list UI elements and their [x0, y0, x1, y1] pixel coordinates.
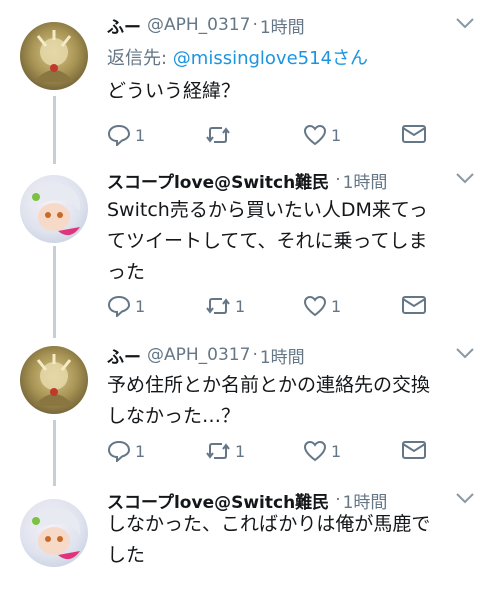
retweet-icon: [205, 295, 231, 317]
tweet-text-line: した: [107, 544, 146, 566]
reply-button[interactable]: 1: [107, 440, 145, 462]
retweet-button[interactable]: 1: [205, 440, 245, 462]
envelope-icon: [401, 295, 427, 315]
reply-icon: [107, 124, 131, 146]
reply-to-suffix[interactable]: さん: [332, 48, 368, 69]
reply-count: 1: [135, 296, 146, 316]
user-handle[interactable]: @APH_0317: [147, 15, 250, 35]
retweet-icon: [205, 124, 231, 146]
heart-icon: [303, 124, 327, 146]
retweet-button[interactable]: [205, 124, 235, 146]
display-name[interactable]: スコープlove@Switch難民: [107, 168, 329, 193]
avatar[interactable]: [20, 346, 88, 414]
display-name[interactable]: ふー: [107, 343, 141, 368]
chevron-down-icon[interactable]: [455, 489, 475, 508]
separator-dot: ·: [335, 170, 341, 190]
like-button[interactable]: 1: [303, 124, 341, 146]
avatar[interactable]: [20, 22, 88, 90]
envelope-icon: [401, 440, 427, 460]
tweet-text-line: しなかった、こればかりは俺が馬鹿で: [107, 513, 431, 535]
reply-to-prefix: 返信先:: [107, 48, 173, 69]
reply-button[interactable]: 1: [107, 124, 145, 146]
retweet-icon: [205, 440, 231, 462]
reply-icon: [107, 440, 131, 462]
reply-count: 1: [135, 125, 146, 145]
tweet-actions: 1 1: [107, 124, 437, 150]
chevron-down-icon[interactable]: [455, 344, 475, 363]
tweet-text: しなかった、こればかりは俺が馬鹿で した: [107, 509, 477, 571]
retweet-button[interactable]: 1: [205, 295, 245, 317]
display-name[interactable]: ふー: [107, 13, 141, 38]
tweet-text-line: てツイートしてて、それに乗ってしま: [107, 230, 428, 252]
tweet-text-line: Switch売るから買いたい人DM来てっ: [107, 199, 428, 221]
tweet[interactable]: ふー @APH_0317 · 1時間 返信先: @missinglove514さ…: [0, 10, 493, 155]
reply-to: 返信先: @missinglove514さん: [107, 44, 368, 70]
like-count: 1: [331, 125, 342, 145]
like-count: 1: [331, 296, 342, 316]
heart-icon: [303, 440, 327, 462]
reply-count: 1: [135, 441, 146, 461]
tweet-text-line: しなかった…？: [107, 405, 241, 427]
tweet-text: Switch売るから買いたい人DM来てっ てツイートしてて、それに乗ってしま っ…: [107, 195, 477, 288]
retweet-count: 1: [235, 441, 246, 461]
chevron-down-icon[interactable]: [455, 14, 475, 33]
like-count: 1: [331, 441, 342, 461]
reply-button[interactable]: 1: [107, 295, 145, 317]
tweet[interactable]: ふー @APH_0317 · 1時間 予め住所とか名前とかの連絡先の交換 しなか…: [0, 340, 493, 485]
separator-dot: ·: [252, 345, 258, 365]
chevron-down-icon[interactable]: [455, 169, 475, 188]
separator-dot: ·: [252, 15, 258, 35]
separator-dot: ·: [335, 490, 341, 510]
tweet[interactable]: スコープlove@Switch難民 · 1時間 Switch売るから買いたい人D…: [0, 165, 493, 340]
heart-icon: [303, 295, 327, 317]
avatar[interactable]: [20, 499, 88, 567]
tweet-text: 予め住所とか名前とかの連絡先の交換 しなかった…？: [107, 370, 477, 432]
share-button[interactable]: [401, 440, 427, 460]
tweet[interactable]: スコープlove@Switch難民 · 1時間 しなかった、こればかりは俺が馬鹿…: [0, 485, 493, 600]
share-button[interactable]: [401, 295, 427, 315]
like-button[interactable]: 1: [303, 295, 341, 317]
tweet-actions: 1 1 1: [107, 440, 437, 466]
timestamp[interactable]: 1時間: [343, 168, 388, 193]
reply-to-mention[interactable]: @missinglove514: [173, 48, 332, 69]
like-button[interactable]: 1: [303, 440, 341, 462]
tweet-text: どういう経緯？: [107, 76, 477, 107]
timestamp[interactable]: 1時間: [260, 13, 305, 38]
tweet-text-line: 予め住所とか名前とかの連絡先の交換: [107, 374, 431, 396]
retweet-count: 1: [235, 296, 246, 316]
user-handle[interactable]: @APH_0317: [147, 345, 250, 365]
tweet-text-line: どういう経緯？: [107, 80, 241, 102]
timestamp[interactable]: 1時間: [260, 343, 305, 368]
tweet-text-line: った: [107, 261, 146, 283]
reply-icon: [107, 295, 131, 317]
tweet-actions: 1 1 1: [107, 295, 437, 321]
share-button[interactable]: [401, 124, 427, 144]
avatar[interactable]: [20, 175, 88, 243]
envelope-icon: [401, 124, 427, 144]
